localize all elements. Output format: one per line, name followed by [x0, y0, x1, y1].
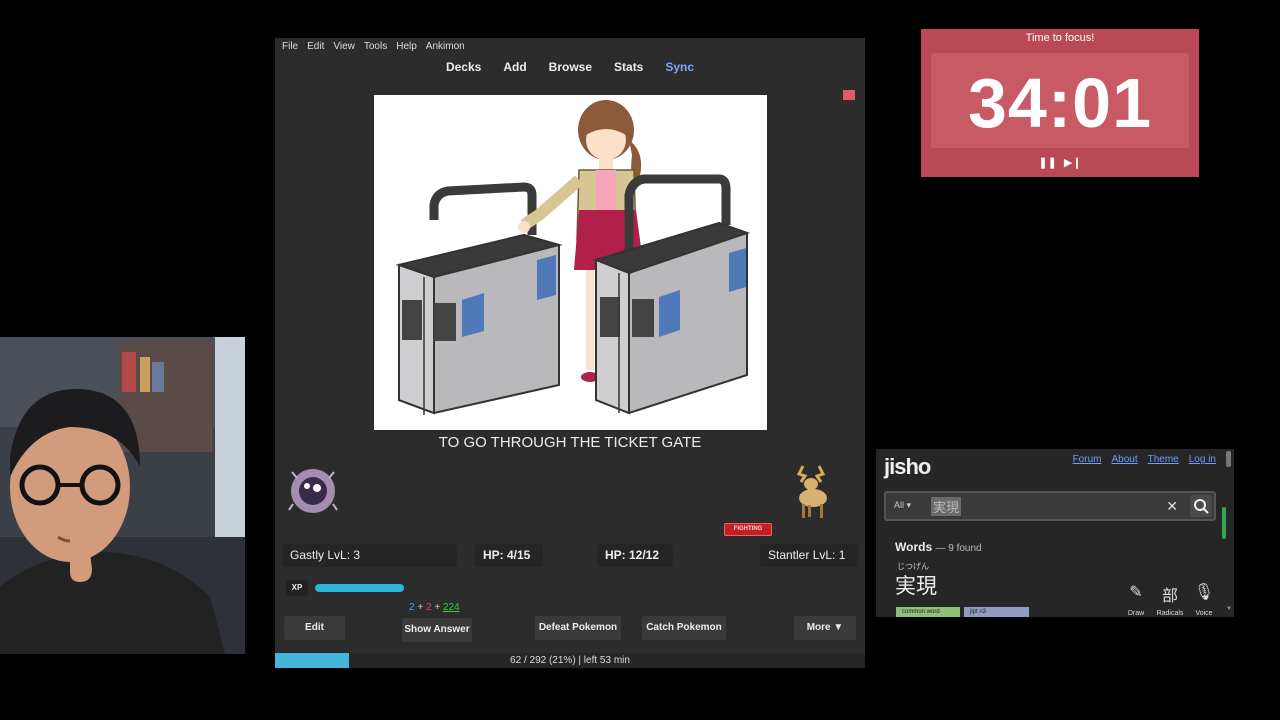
pause-icon[interactable]: ❚❚ [1038, 156, 1056, 169]
enemy-pokemon-name: Stantler LvL: 1 [760, 544, 858, 567]
draw-tool[interactable]: ✎ Draw [1120, 582, 1152, 617]
pokemon-type-badge: FIGHTING [724, 523, 772, 536]
menu-help[interactable]: Help [396, 41, 417, 52]
words-count: — 9 found [935, 543, 982, 554]
search-input[interactable]: 実現 [931, 497, 962, 516]
desktop-stage: File Edit View Tools Help Ankimon Decks … [0, 0, 1280, 720]
draw-label: Draw [1127, 610, 1145, 617]
jisho-window: jisho Forum About Theme Log in All ▾ 実現 … [876, 449, 1234, 617]
words-heading: Words — 9 found [895, 540, 982, 554]
draw-icon: ✎ [1129, 584, 1143, 601]
skip-icon[interactable]: ▶❙ [1064, 156, 1082, 169]
xp-label: XP [286, 580, 308, 596]
menu-view[interactable]: View [333, 41, 355, 52]
main-toolbar: Decks Add Browse Stats Sync [275, 60, 865, 74]
webcam-feed [0, 337, 245, 654]
gastly-sprite-icon [288, 469, 338, 513]
jisho-search-box: All ▾ 実現 ✕ [884, 491, 1216, 521]
timer-title: Time to focus! [1025, 32, 1095, 44]
decks-link[interactable]: Decks [446, 60, 481, 74]
jlpt-tag: jlpt n3 [964, 607, 1029, 617]
card-answer-text: TO GO THROUGH THE TICKET GATE [438, 434, 702, 451]
search-icon [1194, 499, 1209, 514]
radicals-icon: 部 [1161, 588, 1178, 605]
due-counts: 2 + 2 + 224 [409, 602, 460, 613]
jisho-logo-text: jisho [884, 454, 931, 479]
new-count: 2 [409, 602, 415, 613]
jisho-logo[interactable]: jisho [884, 454, 931, 480]
word-kanji: 実現 [895, 575, 937, 598]
login-link[interactable]: Log in [1189, 454, 1216, 465]
card-image [374, 95, 767, 430]
common-word-tag: common word [896, 607, 960, 617]
learn-count: 2 [425, 602, 432, 613]
side-indicator [1222, 507, 1226, 539]
forum-link[interactable]: Forum [1073, 454, 1102, 465]
review-count: 224 [442, 602, 460, 613]
edit-button[interactable]: Edit [283, 615, 346, 641]
microphone-icon: 🎙 [1193, 584, 1215, 601]
radicals-tool[interactable]: 部 Radicals [1154, 582, 1186, 617]
count-separator: + [434, 602, 441, 613]
show-answer-button[interactable]: Show Answer [401, 617, 473, 643]
webcam-person-image [0, 337, 245, 654]
voice-label: Voice [1195, 610, 1213, 617]
menu-bar: File Edit View Tools Help Ankimon [275, 38, 865, 55]
jisho-nav: Forum About Theme Log in [1073, 454, 1216, 465]
catch-pokemon-button[interactable]: Catch Pokemon [641, 615, 727, 641]
xp-bar [315, 584, 404, 592]
search-scope-select[interactable]: All ▾ [894, 500, 911, 511]
input-tools: ✎ Draw 部 Radicals 🎙 Voice [1118, 580, 1222, 617]
anki-window: File Edit View Tools Help Ankimon Decks … [275, 38, 865, 668]
timer-display: 34:01 [931, 53, 1189, 148]
stats-link[interactable]: Stats [614, 60, 643, 74]
words-heading-label: Words [895, 540, 933, 554]
radicals-label: Radicals [1156, 610, 1184, 617]
menu-file[interactable]: File [282, 41, 298, 52]
menu-tools[interactable]: Tools [364, 41, 387, 52]
timer-controls: ❚❚ ▶❙ [921, 156, 1199, 169]
player-hp: HP: 4/15 [475, 544, 543, 567]
count-separator: + [417, 602, 424, 613]
scrollbar-thumb[interactable] [1226, 451, 1231, 467]
scroll-down-icon[interactable]: ▼ [1226, 606, 1232, 612]
menu-edit[interactable]: Edit [307, 41, 324, 52]
menu-ankimon[interactable]: Ankimon [426, 41, 465, 52]
browse-link[interactable]: Browse [549, 60, 592, 74]
about-link[interactable]: About [1111, 454, 1137, 465]
more-button[interactable]: More ▼ [793, 615, 857, 641]
timer-time: 34:01 [967, 64, 1153, 142]
enemy-hp: HP: 12/12 [597, 544, 673, 567]
ticket-gate-illustration [374, 95, 767, 430]
add-link[interactable]: Add [503, 60, 526, 74]
focus-timer: Time to focus! 34:01 ❚❚ ▶❙ [921, 29, 1199, 177]
close-icon[interactable]: ✕ [1166, 498, 1178, 515]
flag-icon[interactable] [843, 90, 855, 100]
theme-link[interactable]: Theme [1148, 454, 1179, 465]
sync-link[interactable]: Sync [665, 60, 694, 74]
defeat-pokemon-button[interactable]: Defeat Pokemon [534, 615, 622, 641]
search-button[interactable] [1190, 495, 1212, 517]
review-progress-text: 62 / 292 (21%) | left 53 min [510, 655, 630, 666]
stantler-sprite-icon [796, 465, 827, 518]
voice-tool[interactable]: 🎙 Voice [1188, 582, 1220, 617]
player-pokemon-name: Gastly LvL: 3 [282, 544, 457, 567]
